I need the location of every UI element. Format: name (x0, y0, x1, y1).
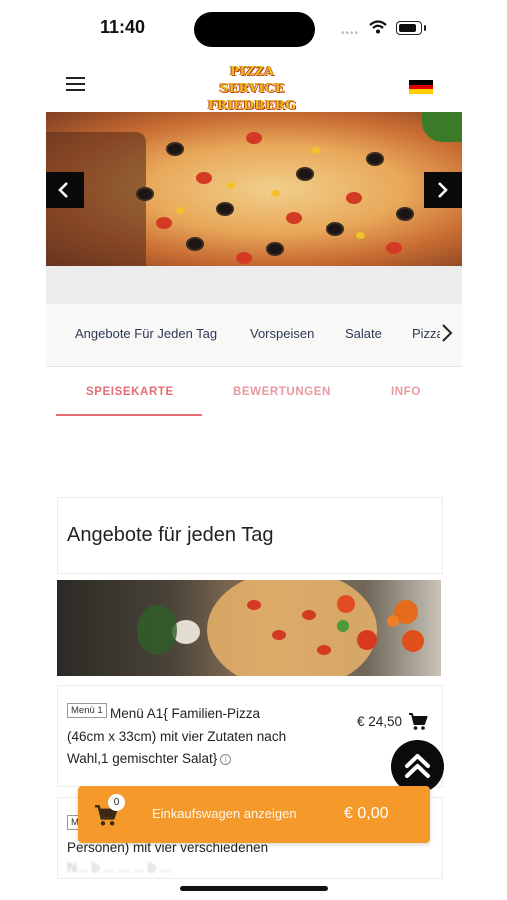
add-to-cart-icon[interactable] (408, 713, 428, 736)
cart-count-badge: 0 (108, 794, 125, 811)
cellular-signal-icon: •••• (341, 28, 360, 39)
menu-item-line: Wahl,1 gemischter Salat} (67, 751, 218, 766)
logo-line-2: FRIEDBERG (207, 97, 297, 112)
restaurant-logo: PIZZA SERVICE FRIEDBERG (196, 62, 308, 113)
menu-item-line: N... b ... ... ... b ... (67, 860, 171, 875)
slider-prev-button[interactable] (46, 172, 84, 208)
view-cart-button[interactable]: 0 Einkaufswagen anzeigen € 0,00 (78, 786, 430, 843)
hamburger-menu-button[interactable] (66, 77, 85, 91)
slider-footer (46, 266, 462, 304)
battery-icon (396, 21, 426, 35)
tab-speisekarte[interactable]: SPEISEKARTE (86, 386, 174, 398)
category-scroll-right-button[interactable] (440, 323, 454, 348)
category-item[interactable]: Angebote Für Jeden Tag (75, 326, 217, 341)
hero-pizza-image (46, 112, 462, 266)
logo-line-1: PIZZA SERVICE (219, 63, 285, 95)
category-nav: Angebote Für Jeden Tag Vorspeisen Salate… (46, 304, 462, 367)
chevron-right-icon (442, 324, 453, 342)
chevron-right-icon (438, 182, 448, 198)
info-icon[interactable]: i (220, 754, 232, 765)
wifi-icon (369, 20, 387, 39)
slider-next-button[interactable] (424, 172, 462, 208)
category-item[interactable]: Salate (345, 326, 382, 341)
germany-flag-icon[interactable] (409, 80, 433, 94)
tab-info[interactable]: INFO (391, 386, 421, 398)
menu-item-line: (46cm x 33cm) mit vier Zutaten nach (67, 728, 287, 744)
view-cart-label: Einkaufswagen anzeigen (152, 806, 297, 821)
category-item[interactable]: Pizza (412, 326, 440, 341)
dynamic-island (194, 12, 315, 47)
home-indicator[interactable] (180, 886, 328, 891)
cart-total: € 0,00 (344, 805, 389, 822)
status-time: 11:40 (100, 17, 146, 37)
section-title: Angebote für jeden Tag (67, 524, 274, 546)
active-tab-indicator (56, 414, 202, 416)
menu-number-badge: Menü 1 (67, 703, 107, 718)
chevron-left-icon (58, 182, 68, 198)
menu-item-description: Menü A1{ Familien-Pizza (46cm x 33cm) mi… (67, 703, 347, 771)
tab-bewertungen[interactable]: BEWERTUNGEN (233, 386, 331, 398)
category-item[interactable]: Vorspeisen (250, 326, 314, 341)
menu-item-price: € 24,50 (357, 714, 403, 729)
section-banner-image (57, 580, 441, 676)
menu-item-line: Menü A1{ Familien-Pizza (110, 706, 261, 721)
